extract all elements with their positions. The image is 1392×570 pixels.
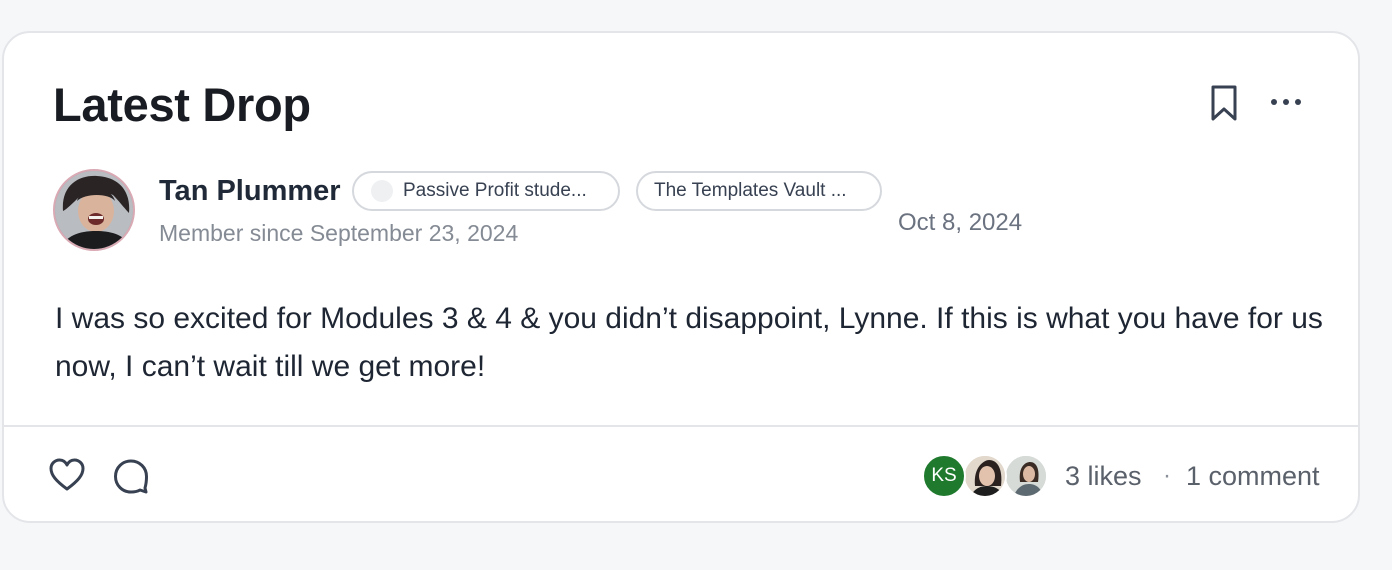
badge-passive-profit[interactable]: Passive Profit stude... xyxy=(352,171,620,211)
separator-dot: · xyxy=(1163,462,1171,489)
liker-avatars[interactable]: KS xyxy=(922,454,1048,498)
liker-avatar xyxy=(1004,454,1048,498)
post-title: Latest Drop xyxy=(53,78,311,131)
more-icon[interactable] xyxy=(1265,85,1307,119)
liker-avatar xyxy=(963,454,1007,498)
post-date[interactable]: Oct 8, 2024 xyxy=(898,208,1022,238)
badge-label: Passive Profit stude... xyxy=(403,180,587,201)
divider xyxy=(4,425,1358,427)
liker-avatar: KS xyxy=(922,454,966,498)
member-since: Member since September 23, 2024 xyxy=(159,220,519,246)
comment-icon[interactable] xyxy=(112,457,150,495)
bookmark-icon[interactable] xyxy=(1208,83,1240,123)
post-card: Latest Drop Tan Plummer Passive Profit s… xyxy=(2,31,1360,523)
badge-templates-vault[interactable]: The Templates Vault ... xyxy=(636,171,882,211)
author-name[interactable]: Tan Plummer xyxy=(159,173,341,209)
likes-count[interactable]: 3 likes xyxy=(1065,459,1142,493)
heart-icon[interactable] xyxy=(48,457,86,493)
avatar[interactable] xyxy=(53,169,135,251)
badge-label: The Templates Vault ... xyxy=(654,180,847,201)
post-body: I was so excited for Modules 3 & 4 & you… xyxy=(55,302,1323,383)
comments-count[interactable]: 1 comment xyxy=(1186,459,1320,493)
badge-icon xyxy=(371,180,393,202)
